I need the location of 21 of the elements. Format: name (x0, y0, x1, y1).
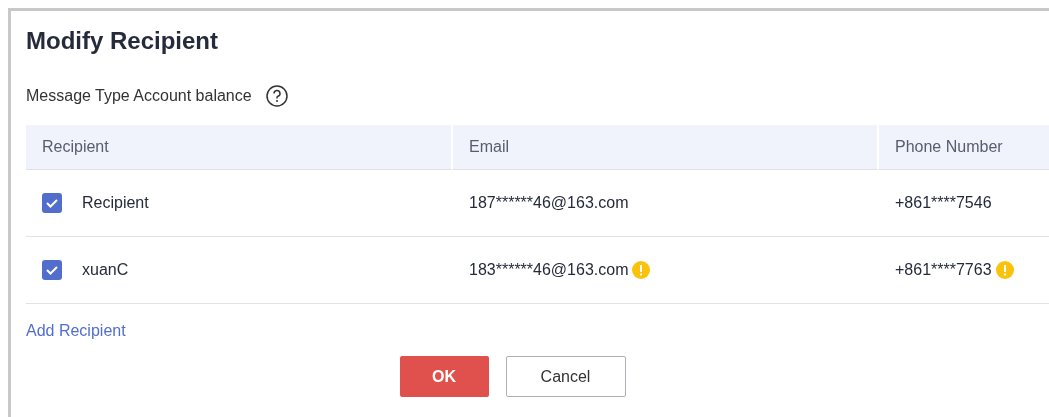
help-icon[interactable] (265, 85, 288, 107)
recipient-name: xuanC (82, 261, 129, 279)
column-header: Phone Number (879, 125, 1049, 170)
dialog-title: Modify Recipient (26, 27, 219, 55)
email-cell: 183******46@163.com (469, 261, 629, 279)
warning-icon (632, 261, 651, 279)
checkbox[interactable] (42, 260, 62, 280)
check-icon (45, 196, 59, 210)
check-icon (45, 263, 59, 277)
ok-button[interactable]: OK (399, 356, 489, 397)
column-header: Recipient (26, 125, 453, 170)
phone-cell: +861****7546 (895, 194, 992, 212)
email-cell: 187******46@163.com (469, 194, 629, 212)
checkbox[interactable] (42, 193, 62, 213)
cancel-button[interactable]: Cancel (505, 356, 626, 397)
message-type: Message Type Account balance (26, 87, 252, 105)
warning-icon (995, 261, 1014, 279)
add-recipient-link[interactable]: Add Recipient (26, 322, 126, 340)
recipient-name: Recipient (82, 194, 149, 212)
phone-cell: +861****7763 (895, 261, 992, 279)
column-header: Email (453, 125, 879, 170)
